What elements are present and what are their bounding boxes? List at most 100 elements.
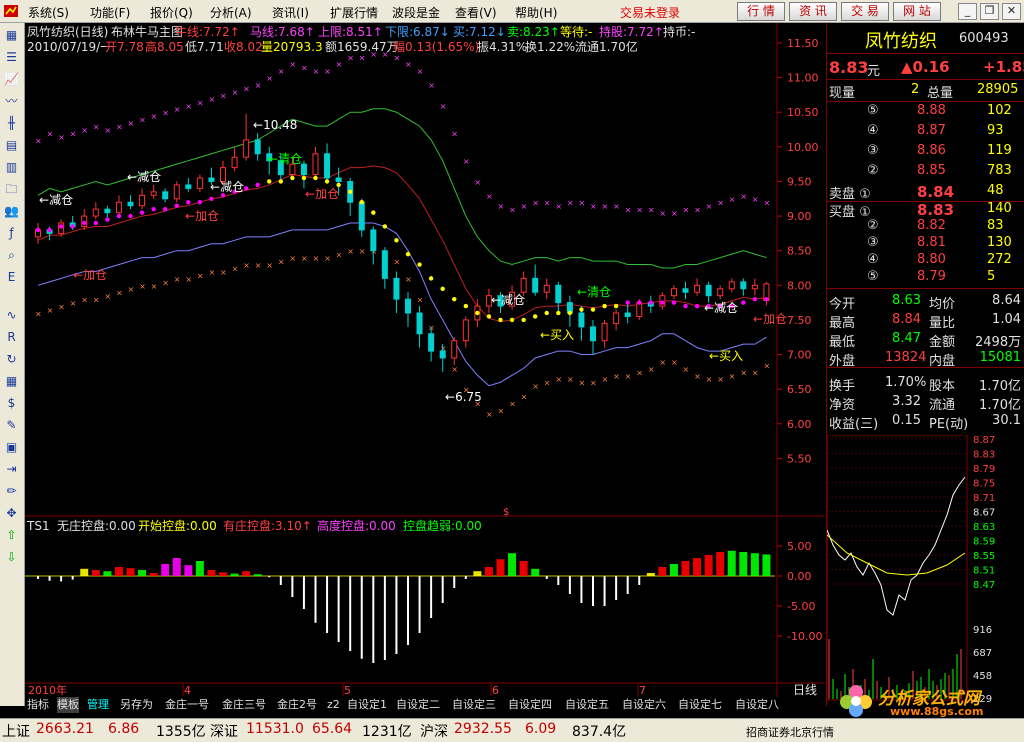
sub-bar-positive xyxy=(91,570,100,576)
arrow-down-icon[interactable]: ⇩ xyxy=(3,549,20,566)
candle-body xyxy=(624,312,631,317)
tab-jinzhuang-2[interactable]: 金庄2号 xyxy=(277,697,317,713)
signal-clear: ←清仓 xyxy=(268,152,302,166)
users-icon[interactable]: 👥 xyxy=(3,203,20,220)
market-button[interactable]: 行 情 xyxy=(737,2,785,21)
bull-line-dot xyxy=(267,179,272,184)
move-icon[interactable]: ✥ xyxy=(3,505,20,522)
search-icon[interactable]: ⌕ xyxy=(3,247,20,264)
sh-index-amount: 1355亿 xyxy=(156,724,206,740)
book-icon[interactable]: ▣ xyxy=(3,439,20,456)
candle-body xyxy=(370,229,377,252)
sh-index-label[interactable]: 上证 xyxy=(2,721,30,741)
upper-x-marker: × xyxy=(393,53,400,62)
bull-line-dot xyxy=(567,310,573,316)
hs-index-label[interactable]: 沪深 xyxy=(420,721,448,741)
tab-template[interactable]: 模板 xyxy=(57,697,79,713)
trade-login-status[interactable]: 交易未登录 xyxy=(620,4,680,21)
sub-value-b: 开始控盘:0.00 xyxy=(138,518,217,533)
bull-line-dot xyxy=(613,303,619,309)
upper-x-marker: × xyxy=(428,81,435,90)
etf-icon[interactable]: E xyxy=(3,269,20,286)
close-icon[interactable]: ✕ xyxy=(1002,3,1021,20)
minimize-icon[interactable]: _ xyxy=(958,3,977,20)
candle-body xyxy=(555,284,562,304)
app-logo-icon[interactable] xyxy=(3,3,19,19)
pen-icon[interactable]: ✏ xyxy=(3,483,20,500)
formula-icon[interactable]: ƒ xyxy=(3,225,20,242)
lower-x-marker: × xyxy=(220,268,227,277)
minute-chart-icon[interactable]: 〰 xyxy=(3,93,20,110)
sub-bar-positive xyxy=(716,552,725,576)
grid-icon[interactable]: ▦ xyxy=(3,27,20,44)
menu-info[interactable]: 资讯(I) xyxy=(272,4,309,21)
lower-x-marker: × xyxy=(232,264,239,273)
money-icon[interactable]: $ xyxy=(3,395,20,412)
report-icon[interactable]: ▤ xyxy=(3,137,20,154)
kline-chart[interactable]: 凤竹纺织(日线) 布林牛马主图 牛线:7.72↑ 马线:7.68↑ 上限:8.5… xyxy=(25,23,825,706)
menu-analysis[interactable]: 分析(A) xyxy=(210,4,252,21)
tab-custom-2[interactable]: 自设定二 xyxy=(396,697,440,713)
bull-line-dot xyxy=(741,300,746,305)
upper-x-marker: × xyxy=(602,202,609,211)
tab-custom-7[interactable]: 自设定七 xyxy=(678,697,722,713)
news-button[interactable]: 资 讯 xyxy=(789,2,837,21)
candle-body xyxy=(162,191,169,200)
tab-z2[interactable]: z2 xyxy=(327,697,340,713)
upper-x-marker: × xyxy=(451,129,458,138)
upper-x-marker: × xyxy=(521,202,528,211)
folder-icon[interactable]: 🗀 xyxy=(3,181,20,198)
bull-line-dot xyxy=(47,227,52,233)
upper-x-marker: × xyxy=(313,67,320,76)
tab-custom-8[interactable]: 自设定八 xyxy=(735,697,779,713)
sub-bar-positive xyxy=(669,564,678,576)
tab-jinzhuang-1[interactable]: 金庄一号 xyxy=(165,697,209,713)
menu-function[interactable]: 功能(F) xyxy=(90,4,130,21)
menu-quote[interactable]: 报价(Q) xyxy=(150,4,193,21)
arrow-up-icon[interactable]: ⇧ xyxy=(3,527,20,544)
restore-icon[interactable]: ❐ xyxy=(980,3,999,20)
table-icon[interactable]: ▥ xyxy=(3,159,20,176)
menu-view[interactable]: 查看(V) xyxy=(455,4,497,21)
tab-custom-6[interactable]: 自设定六 xyxy=(622,697,666,713)
tab-custom-5[interactable]: 自设定五 xyxy=(565,697,609,713)
exit-icon[interactable]: ⇥ xyxy=(3,461,20,478)
chart-area[interactable]: 凤竹纺织(日线) 布林牛马主图 牛线:7.72↑ 马线:7.68↑ 上限:8.5… xyxy=(25,23,825,706)
tab-custom-4[interactable]: 自设定四 xyxy=(508,697,552,713)
menu-system[interactable]: 系统(S) xyxy=(28,4,69,21)
buy-order-price: 8.79 xyxy=(917,269,946,284)
lower-x-marker: × xyxy=(81,296,88,305)
tab-jinzhuang-3[interactable]: 金庄三号 xyxy=(222,697,266,713)
period-label[interactable]: 日线 xyxy=(793,683,817,697)
lower-x-marker: × xyxy=(313,254,320,263)
menu-wave[interactable]: 波段是金 xyxy=(392,4,440,21)
bull-line-dot xyxy=(347,189,353,195)
website-button[interactable]: 网 站 xyxy=(893,2,941,21)
rsi-icon[interactable]: R xyxy=(3,329,20,346)
wrench-icon[interactable]: ✎ xyxy=(3,417,20,434)
kline-icon[interactable]: ╫ xyxy=(3,115,20,132)
trend-chart-icon[interactable]: 📈 xyxy=(3,71,20,88)
intraday-mini-chart[interactable]: 8.87 8.83 8.79 8.75 8.71 8.67 8.63 8.59 8.55 8.51… xyxy=(827,435,1024,703)
mini-axis-label: 8.87 xyxy=(973,435,995,446)
tab-indicator[interactable]: 指标 xyxy=(27,697,49,713)
sub-bar-positive xyxy=(253,574,262,576)
list-icon[interactable]: ☰ xyxy=(3,49,20,66)
trade-button[interactable]: 交 易 xyxy=(841,2,889,21)
price-tick-label: 7.50 xyxy=(787,314,812,327)
calendar-icon[interactable]: ▦ xyxy=(3,373,20,390)
lower-x-marker: × xyxy=(729,372,736,381)
indicator-icon[interactable]: ∿ xyxy=(3,307,20,324)
lower-x-marker: × xyxy=(185,275,192,284)
tab-custom-1[interactable]: 自设定1 xyxy=(347,697,387,713)
menu-extended[interactable]: 扩展行情 xyxy=(330,4,378,21)
tab-manage[interactable]: 管理 xyxy=(87,697,109,713)
sz-index-label[interactable]: 深证 xyxy=(210,721,238,741)
tab-save-as[interactable]: 另存为 xyxy=(120,697,153,713)
mini-axis-label: 8.75 xyxy=(973,479,995,490)
tab-custom-3[interactable]: 自设定三 xyxy=(452,697,496,713)
bull-line-dot xyxy=(579,307,584,312)
refresh-icon[interactable]: ↻ xyxy=(3,351,20,368)
menu-help[interactable]: 帮助(H) xyxy=(515,4,557,21)
lower-x-marker: × xyxy=(208,268,215,277)
